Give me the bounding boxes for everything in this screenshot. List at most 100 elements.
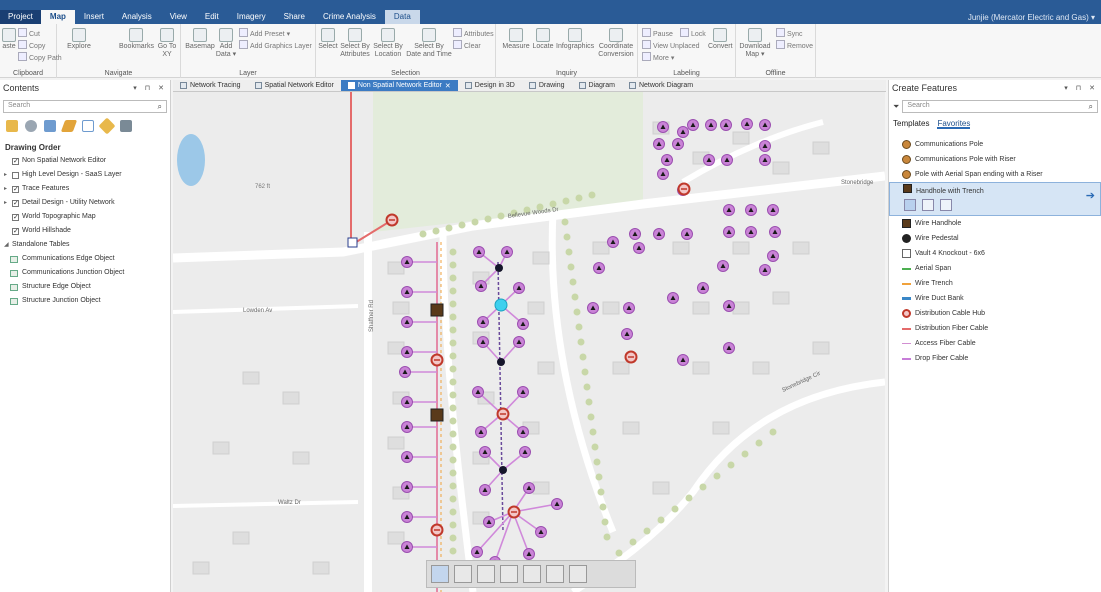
labeling-icon[interactable] xyxy=(98,117,116,135)
cancel-sketch-icon[interactable] xyxy=(569,565,587,583)
goto-xy-button[interactable]: Go To XY xyxy=(157,28,177,59)
template-item[interactable]: Communications Pole xyxy=(889,137,1101,152)
template-item[interactable]: Communications Pole with Riser xyxy=(889,152,1101,167)
copy-path-button[interactable]: Copy Path xyxy=(18,52,62,63)
data-source-icon[interactable] xyxy=(25,120,37,132)
tab-view[interactable]: View xyxy=(161,10,196,24)
map-view[interactable]: 762 ft Bellevue Woods Dr Lowden Av Waltz… xyxy=(173,92,885,592)
tab-share[interactable]: Share xyxy=(275,10,314,24)
layer-item[interactable]: ▸ High Level Design - SaaS Layer xyxy=(0,168,170,182)
tab-edit[interactable]: Edit xyxy=(196,10,228,24)
measure-button[interactable]: Measure xyxy=(502,28,530,51)
pane-controls[interactable]: ▾ ⊓ ✕ xyxy=(1064,84,1098,92)
map-tab[interactable]: Spatial Network Editor xyxy=(248,80,341,91)
basemap-button[interactable]: Basemap xyxy=(185,28,215,51)
constraint-tool-icon[interactable] xyxy=(523,565,541,583)
create-features-search-input[interactable]: Search ⌕ xyxy=(902,100,1098,113)
selection-list-icon[interactable] xyxy=(44,120,56,132)
editing-icon[interactable] xyxy=(60,120,78,132)
add-preset-button[interactable]: Add Preset ▾ xyxy=(239,28,290,39)
tab-imagery[interactable]: Imagery xyxy=(228,10,275,24)
select-by-location-button[interactable]: Select By Location xyxy=(372,28,404,59)
expand-arrow-icon[interactable]: ▸ xyxy=(4,182,12,196)
handhole-marker[interactable] xyxy=(430,408,444,422)
tab-data[interactable]: Data xyxy=(384,10,420,24)
filter-icon[interactable]: ⏷ xyxy=(893,102,899,112)
user-account[interactable]: Junjie (Mercator Electric and Gas) ▾ xyxy=(962,11,1101,24)
finish-sketch-icon[interactable] xyxy=(546,565,564,583)
snapping-icon[interactable] xyxy=(82,120,94,132)
arrow-right-icon[interactable]: ➔ xyxy=(1086,189,1095,204)
bookmarks-button[interactable]: Bookmarks xyxy=(119,28,154,51)
template-item[interactable]: Wire Handhole xyxy=(889,216,1101,231)
explore-button[interactable]: Explore xyxy=(67,28,91,51)
clear-button[interactable]: Clear xyxy=(453,40,481,51)
select-by-date-button[interactable]: Select By Date and Time xyxy=(406,28,452,59)
map-tab[interactable]: Design in 3D xyxy=(458,80,522,91)
layer-visibility-checkbox[interactable] xyxy=(12,183,19,197)
tab-analysis[interactable]: Analysis xyxy=(113,10,161,24)
wire-pedestal-marker[interactable] xyxy=(495,264,503,272)
standalone-table-item[interactable]: Structure Junction Object xyxy=(0,294,170,308)
locate-button[interactable]: Locate xyxy=(532,28,554,51)
view-unplaced-button[interactable]: View Unplaced xyxy=(642,40,700,51)
remove-button[interactable]: Remove xyxy=(776,40,813,51)
pane-controls[interactable]: ▾ ⊓ ✕ xyxy=(133,84,167,92)
add-graphics-layer-button[interactable]: Add Graphics Layer xyxy=(239,40,312,51)
layer-item[interactable]: ▸ Detail Design - Utility Network xyxy=(0,196,170,211)
template-item[interactable]: Handhole with Trench ➔ xyxy=(889,182,1101,216)
tab-project[interactable]: Project xyxy=(0,10,41,24)
layer-item[interactable]: World Hillshade xyxy=(0,224,170,239)
cut-button[interactable]: Cut xyxy=(18,28,40,39)
perspective-icon[interactable] xyxy=(120,120,132,132)
template-item[interactable]: Access Fiber Cable xyxy=(889,336,1101,351)
contents-search-input[interactable]: Search ⌕ xyxy=(3,100,167,113)
map-tab[interactable]: Network Diagram xyxy=(622,80,700,91)
drawing-order-icon[interactable] xyxy=(6,120,18,132)
template-item[interactable]: Wire Duct Bank xyxy=(889,291,1101,306)
expand-arrow-icon[interactable]: ▸ xyxy=(4,168,12,182)
layer-visibility-checkbox[interactable] xyxy=(12,211,19,225)
template-item[interactable]: Distribution Cable Hub xyxy=(889,306,1101,321)
layer-item[interactable]: Non Spatial Network Editor xyxy=(0,154,170,169)
template-item[interactable]: Pole with Aerial Span ending with a Rise… xyxy=(889,167,1101,182)
tab-crime-analysis[interactable]: Crime Analysis xyxy=(314,10,385,24)
more-button[interactable]: More ▾ xyxy=(642,52,674,63)
tab-templates[interactable]: Templates xyxy=(893,119,929,129)
select-button[interactable]: Select xyxy=(318,28,338,51)
tab-insert[interactable]: Insert xyxy=(75,10,113,24)
standalone-table-item[interactable]: Structure Edge Object xyxy=(0,280,170,294)
template-item[interactable]: Distribution Fiber Cable xyxy=(889,321,1101,336)
polygon-tool-icon[interactable] xyxy=(940,199,952,211)
tab-favorites[interactable]: Favorites xyxy=(937,119,971,129)
map-canvas[interactable]: 762 ft Bellevue Woods Dr Lowden Av Waltz… xyxy=(173,92,885,592)
layer-item[interactable]: ▸ Trace Features xyxy=(0,182,170,197)
map-tab[interactable]: Diagram xyxy=(572,80,622,91)
standalone-table-item[interactable]: Communications Edge Object xyxy=(0,252,170,266)
template-item[interactable]: Aerial Span xyxy=(889,261,1101,276)
layer-item[interactable]: World Topographic Map xyxy=(0,210,170,225)
point-tool-icon[interactable] xyxy=(904,199,916,211)
layer-visibility-checkbox[interactable] xyxy=(12,225,19,239)
convert-button[interactable]: Convert xyxy=(708,28,733,51)
line-tool-icon[interactable] xyxy=(922,199,934,211)
template-item[interactable]: Vault 4 Knockout - 6x6 xyxy=(889,246,1101,261)
infographics-button[interactable]: Infographics xyxy=(556,28,594,51)
template-item[interactable]: Wire Trench xyxy=(889,276,1101,291)
wire-pedestal-marker[interactable] xyxy=(497,358,505,366)
selected-vertex-marker[interactable] xyxy=(347,237,358,248)
wire-pedestal-marker[interactable] xyxy=(499,466,507,474)
map-tab[interactable]: Non Spatial Network Editor ✕ xyxy=(340,80,458,91)
copy-button[interactable]: Copy xyxy=(18,40,45,51)
coordinate-conversion-button[interactable]: Coordinate Conversion xyxy=(596,28,636,59)
arc-tool-icon[interactable] xyxy=(477,565,495,583)
lock-button[interactable]: Lock xyxy=(680,28,706,39)
add-data-button[interactable]: Add Data ▾ xyxy=(215,28,237,59)
select-by-attributes-button[interactable]: Select By Attributes xyxy=(340,28,370,59)
download-map-button[interactable]: Download Map ▾ xyxy=(738,28,772,59)
attributes-button[interactable]: Attributes xyxy=(453,28,494,39)
line-tool-icon[interactable] xyxy=(454,565,472,583)
handhole-marker[interactable] xyxy=(430,303,444,317)
sync-button[interactable]: Sync xyxy=(776,28,803,39)
standalone-tables-group[interactable]: ◢ Standalone Tables xyxy=(0,238,170,252)
